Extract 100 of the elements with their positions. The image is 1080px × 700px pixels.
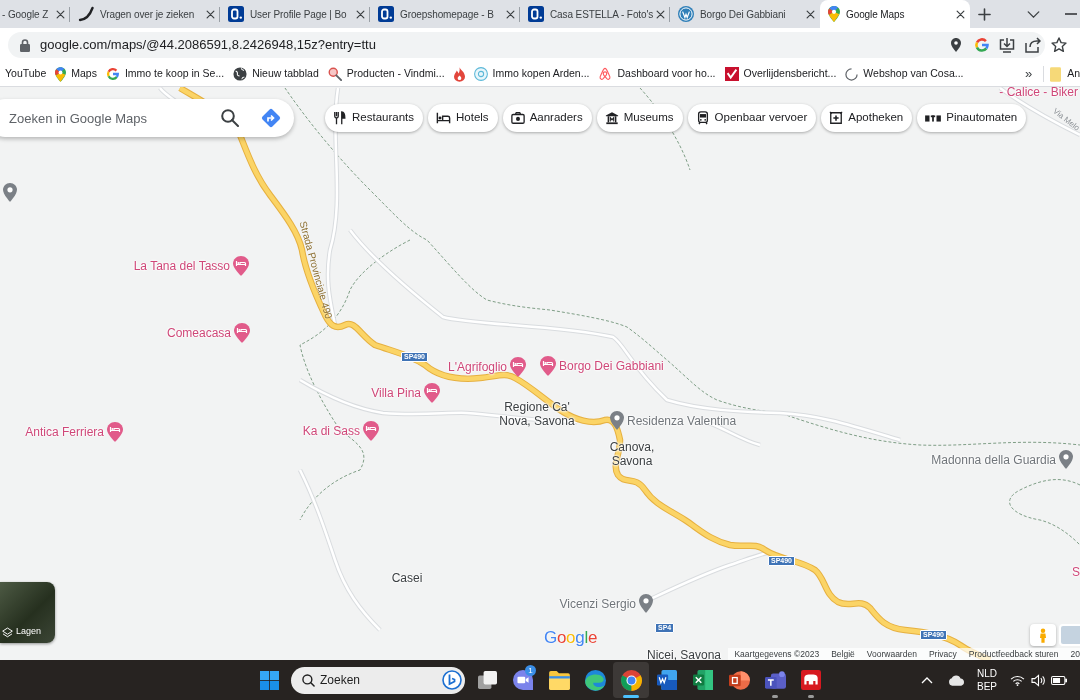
input-language[interactable]: NLD bbox=[977, 667, 997, 680]
layers-button[interactable]: Lagen bbox=[0, 582, 55, 643]
bookmark-folder[interactable]: An bbox=[1050, 64, 1080, 84]
document-tile-icon bbox=[657, 670, 677, 690]
place-label[interactable]: L'Agrifoglio bbox=[448, 360, 507, 374]
hotel-pin-icon[interactable] bbox=[510, 357, 526, 377]
bookmark[interactable]: Webshop van Cosa... bbox=[844, 64, 965, 84]
place-pin-icon[interactable] bbox=[639, 594, 653, 613]
plus-icon[interactable] bbox=[978, 7, 991, 21]
close-icon[interactable] bbox=[956, 9, 965, 19]
volume-icon[interactable] bbox=[1031, 673, 1046, 687]
ring-icon bbox=[473, 67, 488, 81]
category-chip[interactable]: Pinautomaten bbox=[917, 104, 1027, 132]
bookmark[interactable]: Maps bbox=[54, 64, 98, 84]
browser-tab[interactable]: Google Maps bbox=[820, 0, 970, 28]
close-icon[interactable] bbox=[356, 9, 365, 19]
close-icon[interactable] bbox=[506, 9, 515, 19]
place-label[interactable]: Nicei, Savona bbox=[646, 648, 721, 660]
folder-icon bbox=[1050, 66, 1062, 82]
browser-tab[interactable]: Casa ESTELLA - Foto's bbox=[520, 0, 670, 28]
privacy-link[interactable]: Privacy bbox=[928, 648, 957, 660]
place-label[interactable]: Residenza Valentina bbox=[627, 413, 737, 428]
chevron-up-icon[interactable] bbox=[921, 676, 933, 684]
browser-icon bbox=[620, 669, 642, 691]
category-chip[interactable]: Hotels bbox=[428, 104, 498, 132]
browser-tab[interactable]: - Google Z bbox=[0, 0, 70, 28]
circle-logo-icon bbox=[678, 6, 694, 22]
category-chip[interactable]: Openbaar vervoer bbox=[687, 104, 817, 132]
browser-tab[interactable]: Vragen over je zieken bbox=[70, 0, 220, 28]
address-bar[interactable]: google.com/maps/@44.2086591,8.2426948,15z?entry=ttu bbox=[8, 32, 1045, 58]
magnifier-icon bbox=[327, 67, 342, 81]
bookmark[interactable]: Immo te koop in Se... bbox=[104, 64, 226, 84]
install-icon[interactable] bbox=[999, 37, 1015, 53]
bookmark[interactable]: YouTube bbox=[4, 64, 48, 84]
imagery-thumbnail[interactable] bbox=[1059, 624, 1080, 646]
taskbar-button[interactable] bbox=[613, 662, 649, 698]
bookmark[interactable]: Overlijdensbericht... bbox=[723, 64, 838, 84]
start-icon bbox=[259, 670, 279, 690]
hotel-pin-icon[interactable] bbox=[107, 422, 123, 442]
share-icon[interactable] bbox=[1025, 37, 1041, 53]
terms-link[interactable]: Voorwaarden bbox=[866, 648, 917, 660]
place-pin-icon[interactable] bbox=[610, 411, 624, 430]
bookmark[interactable]: Dashboard voor ho... bbox=[597, 64, 717, 84]
battery-icon[interactable] bbox=[1051, 675, 1067, 685]
place-label[interactable]: La Tana del Tasso bbox=[133, 259, 230, 273]
search-icon[interactable] bbox=[221, 109, 239, 127]
close-icon[interactable] bbox=[806, 9, 815, 19]
location-pin-icon[interactable] bbox=[951, 38, 961, 52]
hotel-pin-icon[interactable] bbox=[363, 421, 379, 441]
wifi-icon[interactable] bbox=[1010, 674, 1025, 686]
bookmark[interactable]: Immo kopen Arden... bbox=[472, 64, 591, 84]
scale-label: 20 bbox=[1070, 648, 1080, 660]
place-label[interactable]: Ka di Sass bbox=[302, 424, 360, 438]
place-label[interactable]: Casei bbox=[391, 571, 423, 585]
notification-badge: 1 bbox=[525, 665, 536, 676]
place-label[interactable]: Villa Pina bbox=[371, 386, 421, 400]
browser-tab[interactable]: Borgo Dei Gabbiani bbox=[670, 0, 820, 28]
category-chip[interactable]: Apotheken bbox=[821, 104, 913, 132]
category-chip[interactable]: Aanraders bbox=[502, 104, 592, 132]
feedback-link[interactable]: Productfeedback sturen bbox=[968, 648, 1059, 660]
hotel-pin-icon[interactable] bbox=[424, 383, 440, 403]
hotel-pin-icon[interactable] bbox=[234, 323, 250, 343]
g-logo-icon[interactable] bbox=[974, 37, 990, 53]
place-pin-icon[interactable] bbox=[1059, 450, 1073, 469]
place-pin-icon[interactable] bbox=[3, 183, 17, 202]
place-label[interactable]: Vicenzi Sergio bbox=[559, 596, 636, 611]
place-label[interactable]: Madonna della Guardia bbox=[931, 452, 1056, 467]
place-label[interactable]: - Calice - Biker bbox=[999, 87, 1078, 99]
place-label[interactable]: Antica Ferriera bbox=[25, 425, 104, 439]
chat-icon bbox=[513, 670, 533, 690]
bookmark[interactable]: Producten - Vindmi... bbox=[326, 64, 446, 84]
close-icon[interactable] bbox=[56, 9, 65, 19]
category-chip[interactable]: Museums bbox=[596, 104, 683, 132]
keyboard-layout[interactable]: BEP bbox=[977, 680, 997, 693]
close-icon[interactable] bbox=[206, 9, 215, 19]
camera-icon bbox=[510, 111, 525, 125]
more-bookmarks-button[interactable]: » bbox=[1021, 64, 1036, 84]
taskbar-search-field[interactable]: Zoeken bbox=[291, 666, 465, 694]
place-label[interactable]: S bbox=[1072, 565, 1080, 579]
flame-icon[interactable] bbox=[453, 66, 465, 82]
hotel-pin-icon[interactable] bbox=[540, 356, 556, 376]
place-label[interactable]: Borgo Dei Gabbiani bbox=[559, 359, 664, 373]
bookmark[interactable]: Nieuw tabblad bbox=[232, 64, 320, 84]
close-icon[interactable] bbox=[656, 9, 665, 19]
category-chip[interactable]: Restaurants bbox=[325, 104, 423, 132]
chevron-down-icon[interactable] bbox=[1027, 10, 1040, 18]
cloud-icon[interactable] bbox=[948, 674, 965, 686]
bed-icon bbox=[436, 111, 451, 125]
fork-knife-icon bbox=[333, 111, 347, 125]
circle-logo-icon[interactable] bbox=[442, 670, 462, 690]
browser-tab[interactable]: User Profile Page | Bo bbox=[220, 0, 370, 28]
hotel-pin-icon[interactable] bbox=[233, 256, 249, 276]
spreadsheet-tile-icon bbox=[693, 670, 713, 690]
swirl-icon bbox=[584, 669, 606, 691]
country-link[interactable]: België bbox=[831, 648, 855, 660]
browser-tab[interactable]: Groepshomepage - B bbox=[370, 0, 520, 28]
star-icon[interactable] bbox=[1051, 37, 1067, 53]
logo-tile-icon bbox=[528, 6, 544, 22]
place-label[interactable]: Comeacasa bbox=[166, 326, 231, 340]
search-field[interactable]: Zoeken in Google Maps bbox=[0, 99, 294, 137]
